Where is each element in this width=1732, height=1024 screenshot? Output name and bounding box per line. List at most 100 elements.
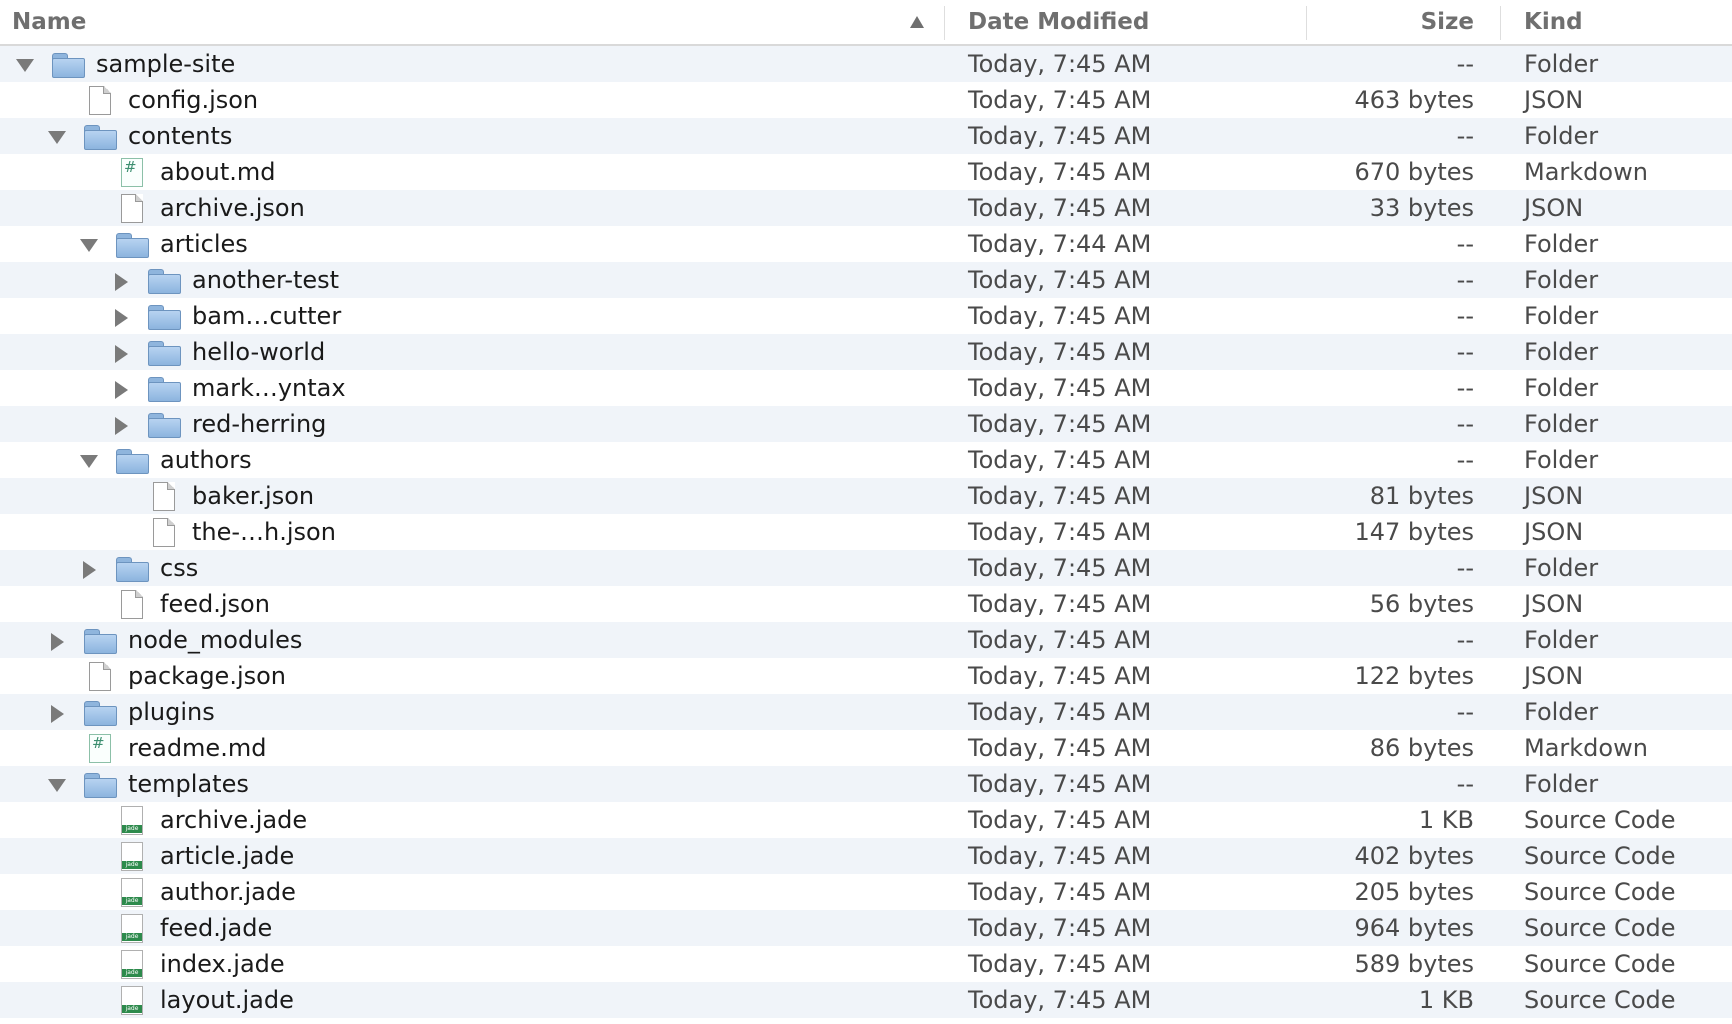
list-item[interactable]: plugins Today, 7:45 AM -- Folder	[0, 694, 1732, 730]
list-item[interactable]: article.jade Today, 7:45 AM 402 bytes Sourc…	[0, 838, 1732, 874]
list-item[interactable]: another-test Today, 7:45 AM -- Folder	[0, 262, 1732, 298]
list-item[interactable]: author.jade Today, 7:45 AM 205 bytes Source…	[0, 874, 1732, 910]
item-kind: Source Code	[1524, 806, 1676, 834]
json-file-icon	[116, 194, 148, 223]
list-item[interactable]: feed.jade Today, 7:45 AM 964 bytes Source C…	[0, 910, 1732, 946]
list-item[interactable]: contents Today, 7:45 AM -- Folder	[0, 118, 1732, 154]
list-item[interactable]: articles Today, 7:44 AM -- Folder	[0, 226, 1732, 262]
list-item[interactable]: sample-site Today, 7:45 AM -- Folder	[0, 46, 1732, 82]
list-item[interactable]: layout.jade Today, 7:45 AM 1 KB Source Code	[0, 982, 1732, 1018]
item-name: hello-world	[192, 338, 326, 366]
item-date-modified: Today, 7:45 AM	[968, 950, 1152, 978]
item-kind: Folder	[1524, 230, 1599, 258]
item-size: 86 bytes	[1369, 734, 1474, 762]
item-date-modified: Today, 7:45 AM	[968, 986, 1152, 1014]
size-column-header[interactable]: Size	[1310, 0, 1474, 44]
json-file-icon	[148, 482, 180, 511]
item-name: archive.jade	[160, 806, 308, 834]
disclosure-open-icon[interactable]	[48, 777, 66, 793]
item-date-modified: Today, 7:45 AM	[968, 86, 1152, 114]
item-size: --	[1456, 50, 1474, 78]
item-name: index.jade	[160, 950, 285, 978]
item-date-modified: Today, 7:45 AM	[968, 302, 1152, 330]
kind-column-header[interactable]: Kind	[1524, 0, 1583, 44]
folder-icon	[148, 302, 181, 330]
list-item[interactable]: feed.json Today, 7:45 AM 56 bytes JSON	[0, 586, 1732, 622]
item-size: --	[1456, 302, 1474, 330]
list-item[interactable]: the-…h.json Today, 7:45 AM 147 bytes JSON	[0, 514, 1732, 550]
list-item[interactable]: hello-world Today, 7:45 AM -- Folder	[0, 334, 1732, 370]
list-item[interactable]: css Today, 7:45 AM -- Folder	[0, 550, 1732, 586]
file-list: sample-site Today, 7:45 AM -- Folder config.…	[0, 46, 1732, 1018]
item-size: 205 bytes	[1354, 878, 1474, 906]
item-name: archive.json	[160, 194, 305, 222]
item-date-modified: Today, 7:45 AM	[968, 446, 1152, 474]
disclosure-closed-icon[interactable]	[48, 705, 66, 723]
item-kind: Folder	[1524, 302, 1599, 330]
item-kind: JSON	[1524, 518, 1584, 546]
jade-file-icon	[116, 986, 148, 1015]
list-item[interactable]: baker.json Today, 7:45 AM 81 bytes JSON	[0, 478, 1732, 514]
folder-icon	[84, 770, 117, 798]
item-size: 402 bytes	[1354, 842, 1474, 870]
sort-ascending-icon[interactable]	[910, 16, 924, 28]
list-item[interactable]: archive.json Today, 7:45 AM 33 bytes JSON	[0, 190, 1732, 226]
item-name: red-herring	[192, 410, 327, 438]
disclosure-closed-icon[interactable]	[112, 417, 130, 435]
list-item[interactable]: node_modules Today, 7:45 AM -- Folder	[0, 622, 1732, 658]
item-name: bam…cutter	[192, 302, 342, 330]
item-size: 122 bytes	[1354, 662, 1474, 690]
list-item[interactable]: bam…cutter Today, 7:45 AM -- Folder	[0, 298, 1732, 334]
list-item[interactable]: package.json Today, 7:45 AM 122 bytes JSON	[0, 658, 1732, 694]
item-kind: JSON	[1524, 590, 1584, 618]
list-item[interactable]: templates Today, 7:45 AM -- Folder	[0, 766, 1732, 802]
disclosure-closed-icon[interactable]	[112, 381, 130, 399]
item-name: baker.json	[192, 482, 315, 510]
item-name: article.jade	[160, 842, 295, 870]
disclosure-open-icon[interactable]	[48, 129, 66, 145]
list-item[interactable]: mark…yntax Today, 7:45 AM -- Folder	[0, 370, 1732, 406]
disclosure-closed-icon[interactable]	[112, 273, 130, 291]
item-size: 81 bytes	[1369, 482, 1474, 510]
disclosure-closed-icon[interactable]	[48, 633, 66, 651]
list-item[interactable]: config.json Today, 7:45 AM 463 bytes JSON	[0, 82, 1732, 118]
column-divider[interactable]	[944, 6, 945, 40]
item-size: 670 bytes	[1354, 158, 1474, 186]
disclosure-closed-icon[interactable]	[112, 345, 130, 363]
item-name: sample-site	[96, 50, 236, 78]
item-kind: Source Code	[1524, 950, 1676, 978]
item-name: articles	[160, 230, 248, 258]
json-file-icon	[84, 86, 116, 115]
item-date-modified: Today, 7:45 AM	[968, 482, 1152, 510]
list-item[interactable]: index.jade Today, 7:45 AM 589 bytes Source …	[0, 946, 1732, 982]
column-divider[interactable]	[1500, 6, 1501, 40]
disclosure-closed-icon[interactable]	[80, 561, 98, 579]
list-item[interactable]: authors Today, 7:45 AM -- Folder	[0, 442, 1732, 478]
disclosure-open-icon[interactable]	[16, 57, 34, 73]
json-file-icon	[84, 662, 116, 691]
item-size: --	[1456, 374, 1474, 402]
folder-icon	[148, 410, 181, 438]
item-kind: JSON	[1524, 86, 1584, 114]
column-divider[interactable]	[1306, 6, 1307, 40]
disclosure-open-icon[interactable]	[80, 453, 98, 469]
item-date-modified: Today, 7:44 AM	[968, 230, 1152, 258]
list-item[interactable]: archive.jade Today, 7:45 AM 1 KB Source Cod…	[0, 802, 1732, 838]
folder-icon	[148, 374, 181, 402]
item-kind: Folder	[1524, 374, 1599, 402]
disclosure-open-icon[interactable]	[80, 237, 98, 253]
list-item[interactable]: about.md Today, 7:45 AM 670 bytes Markdown	[0, 149, 1732, 190]
list-item[interactable]: red-herring Today, 7:45 AM -- Folder	[0, 406, 1732, 442]
item-date-modified: Today, 7:45 AM	[968, 662, 1152, 690]
disclosure-closed-icon[interactable]	[112, 309, 130, 327]
item-name: the-…h.json	[192, 518, 336, 546]
folder-icon	[116, 446, 149, 474]
name-column-header[interactable]: Name	[12, 0, 932, 44]
item-kind: Folder	[1524, 626, 1599, 654]
list-item[interactable]: readme.md Today, 7:45 AM 86 bytes Markdown	[0, 725, 1732, 766]
item-date-modified: Today, 7:45 AM	[968, 410, 1152, 438]
item-date-modified: Today, 7:45 AM	[968, 770, 1152, 798]
item-name: another-test	[192, 266, 340, 294]
jade-file-icon	[116, 878, 148, 907]
date-modified-column-header[interactable]: Date Modified	[968, 0, 1149, 44]
